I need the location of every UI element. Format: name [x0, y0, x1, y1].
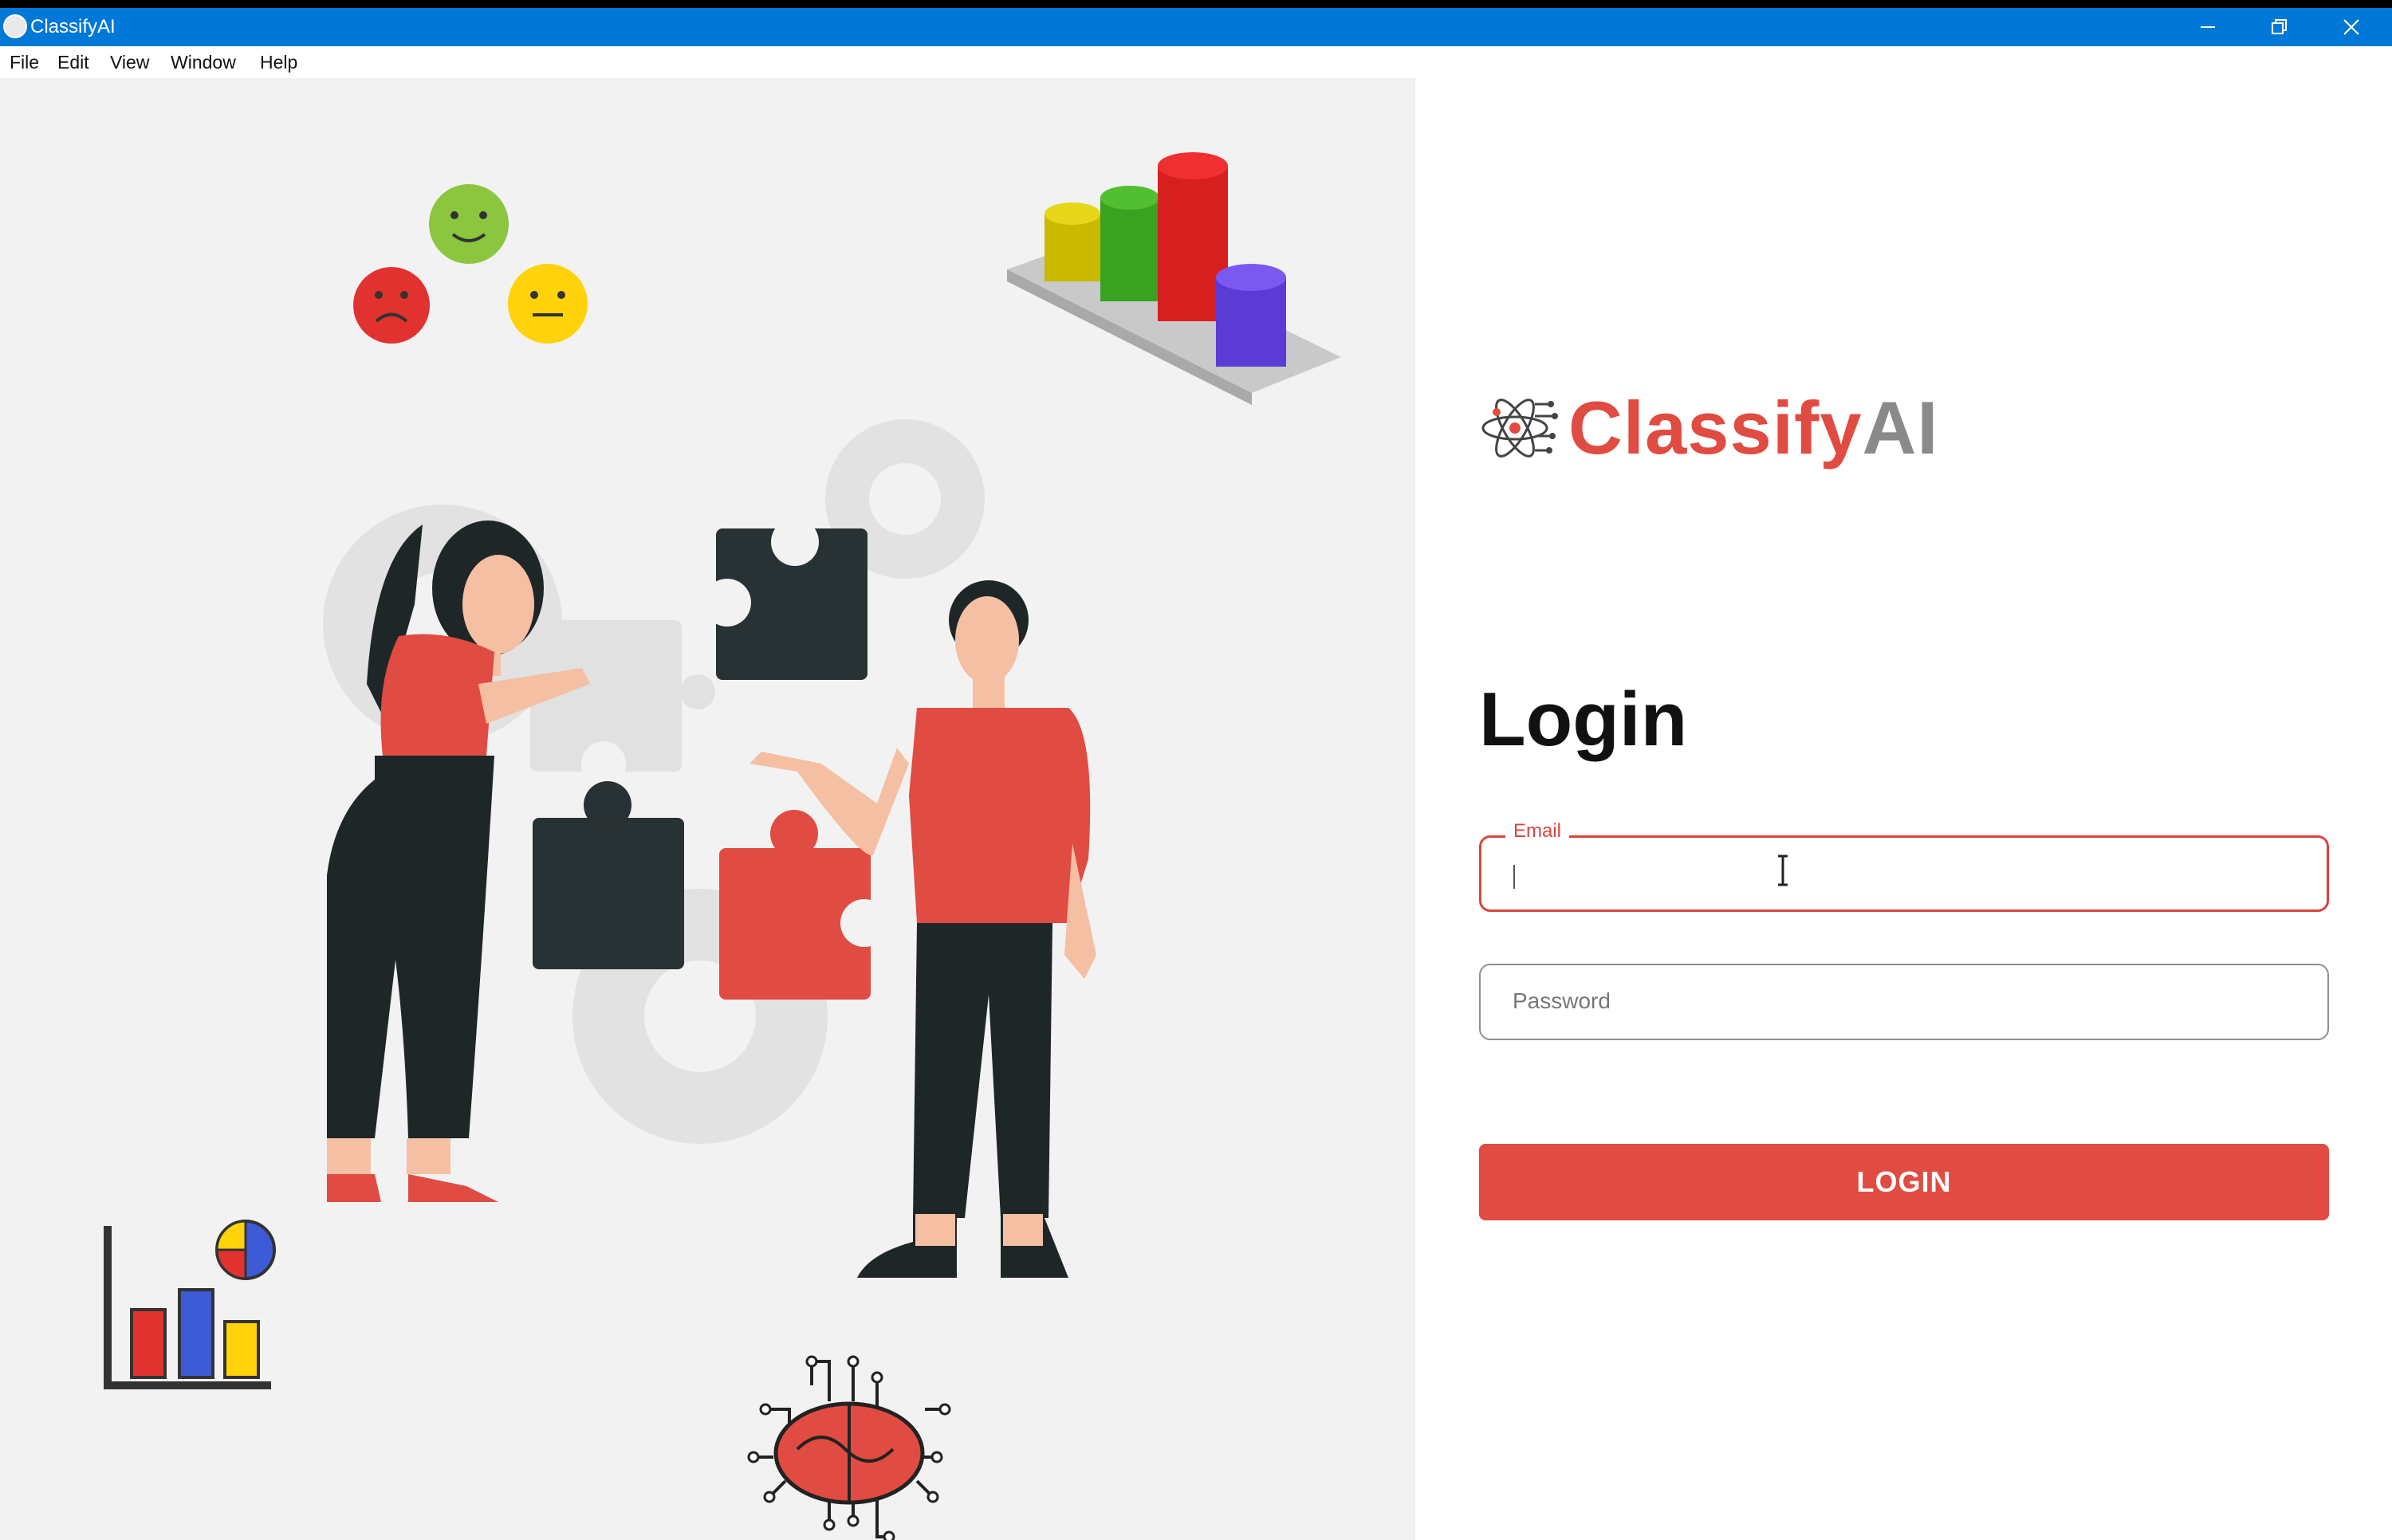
- close-icon: [2343, 19, 2359, 35]
- menu-bar: File Edit View Window Help: [0, 46, 2392, 78]
- screen-top-edge: [0, 0, 2392, 8]
- smiley-faces-icon: [353, 184, 588, 344]
- bar-chart-3d-icon: [1007, 152, 1341, 405]
- restore-icon: [2272, 19, 2287, 34]
- brand-name: ClassifyAI: [1568, 385, 1939, 471]
- menu-help[interactable]: Help: [260, 49, 297, 75]
- email-field[interactable]: Email: [1479, 820, 2329, 912]
- text-cursor-icon: [1778, 854, 1788, 886]
- text-caret: [1513, 865, 1515, 889]
- atom-brain-icon: [1481, 399, 1558, 458]
- email-label: Email: [1505, 820, 1570, 843]
- menu-window[interactable]: Window: [171, 49, 236, 75]
- minimize-button[interactable]: [2172, 8, 2244, 46]
- password-input[interactable]: [1513, 981, 2310, 1021]
- window-title: ClassifyAI: [30, 16, 116, 37]
- app-icon: [3, 14, 27, 38]
- login-heading: Login: [1479, 677, 1688, 762]
- minimize-icon: [2201, 26, 2215, 28]
- brand-name-part1: Classify: [1568, 386, 1863, 469]
- window-title-bar[interactable]: ClassifyAI: [0, 8, 2392, 46]
- brand-name-part2: AI: [1862, 386, 1939, 469]
- login-button[interactable]: LOGIN: [1479, 1144, 2329, 1220]
- menu-edit[interactable]: Edit: [57, 49, 89, 75]
- menu-file[interactable]: File: [10, 49, 39, 75]
- close-button[interactable]: [2315, 8, 2387, 46]
- brain-circuit-icon: [747, 1355, 951, 1540]
- menu-view[interactable]: View: [110, 49, 149, 75]
- password-field[interactable]: [1479, 964, 2329, 1040]
- login-panel: [1415, 78, 2392, 1540]
- bar-chart-pie-icon: [104, 1220, 276, 1389]
- teamwork-illustration: [104, 152, 1341, 1540]
- brand-logo: ClassifyAI: [1479, 384, 1939, 472]
- email-input[interactable]: [1513, 854, 2311, 894]
- restore-button[interactable]: [2244, 8, 2315, 46]
- illustration-panel: [0, 78, 1415, 1540]
